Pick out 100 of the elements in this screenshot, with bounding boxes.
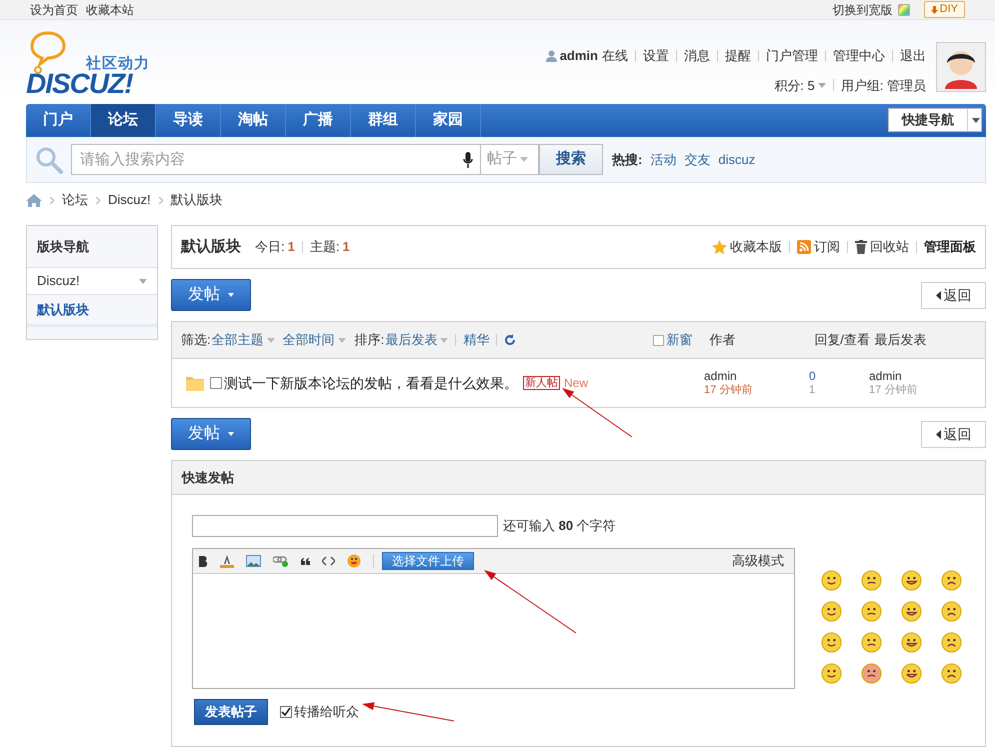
points-dropdown[interactable]: 积分: 5: [774, 76, 826, 95]
smiley-icon[interactable]: [941, 663, 962, 684]
breadcrumb-current: 默认版块: [170, 191, 223, 210]
new-user-tag: 新人帖: [523, 376, 560, 390]
refresh-icon[interactable]: [504, 334, 516, 346]
user-menu-link[interactable]: 设置: [643, 46, 669, 66]
caret-icon: [520, 157, 528, 162]
forum-action-link[interactable]: 订阅: [814, 237, 840, 257]
new-post-button[interactable]: 发帖: [171, 279, 251, 311]
char-limit-hint: 还可输入 80 个字符: [503, 517, 616, 536]
sidebar-item[interactable]: 默认版块: [27, 295, 157, 327]
smiley-icon[interactable]: [941, 632, 962, 653]
last-poster-link[interactable]: admin: [869, 369, 971, 383]
sidebar-title: 版块导航: [37, 238, 89, 256]
smiley-icon[interactable]: [901, 570, 922, 591]
view-count: 1: [809, 383, 816, 397]
column-header: 最后发表: [874, 331, 926, 350]
user-menu-link[interactable]: 管理中心: [833, 46, 885, 66]
reply-count[interactable]: 0: [809, 369, 869, 383]
image-icon[interactable]: [246, 555, 261, 567]
nav-tab[interactable]: 论坛: [91, 104, 156, 137]
user-menu-link[interactable]: 门户管理: [766, 46, 818, 66]
forum-title: 默认版块: [181, 236, 241, 257]
hot-search-link[interactable]: 活动: [650, 150, 676, 170]
checkbox[interactable]: [210, 377, 222, 389]
forum-action-link[interactable]: 回收站: [870, 237, 909, 257]
down-arrow-icon: [930, 6, 938, 14]
diy-button[interactable]: DIY: [924, 1, 965, 18]
caret-icon: [228, 293, 234, 297]
search-icon: [35, 146, 65, 174]
submit-post-button[interactable]: 发表帖子: [194, 699, 268, 725]
broadcast-label[interactable]: 转播给听众: [294, 702, 359, 722]
back-button[interactable]: 返回: [921, 420, 986, 448]
smiley-icon[interactable]: [861, 601, 882, 622]
smiley-icon[interactable]: [861, 663, 882, 684]
online-status: 在线: [602, 47, 628, 65]
smiley-icon[interactable]: [901, 632, 922, 653]
smiley-icon[interactable]: [821, 570, 842, 591]
top-link[interactable]: 设为首页: [30, 0, 78, 18]
quote-icon[interactable]: [301, 558, 310, 564]
checkbox[interactable]: [280, 706, 292, 718]
trash-icon: [855, 240, 867, 254]
subject-field[interactable]: [192, 515, 498, 537]
smiley-icon[interactable]: [901, 601, 922, 622]
switch-width-link[interactable]: 切换到宽版: [832, 0, 893, 18]
forum-action-link[interactable]: 收藏本版: [730, 237, 782, 257]
new-label: New: [564, 375, 588, 392]
sidebar-item[interactable]: Discuz!: [27, 268, 157, 295]
checkbox[interactable]: [653, 334, 664, 346]
smiley-icon[interactable]: [941, 601, 962, 622]
search-field[interactable]: 请输入搜索内容: [71, 144, 481, 175]
user-icon: [546, 50, 557, 62]
sort-dropdown[interactable]: 最后发表: [385, 330, 448, 350]
user-menu-link[interactable]: 提醒: [725, 46, 751, 66]
user-menu-link[interactable]: 退出: [900, 46, 926, 66]
font-color-icon[interactable]: [220, 554, 234, 568]
hot-search-link[interactable]: discuz: [718, 150, 756, 170]
column-header: 作者: [709, 331, 736, 350]
search-button[interactable]: 搜索: [539, 144, 603, 175]
code-icon[interactable]: [322, 556, 335, 566]
smiley-icon[interactable]: [821, 601, 842, 622]
hot-search-link[interactable]: 交友: [684, 150, 710, 170]
quick-nav-button[interactable]: 快捷导航: [888, 108, 982, 132]
caret-icon: [972, 118, 980, 122]
breadcrumb-link[interactable]: 论坛: [62, 190, 88, 210]
user-menu-link[interactable]: 消息: [684, 46, 710, 66]
caret-icon: [228, 432, 234, 436]
filter-dropdown[interactable]: 全部时间: [282, 330, 346, 350]
chevron-icon: [50, 196, 54, 204]
back-button[interactable]: 返回: [921, 282, 986, 308]
author-link[interactable]: admin: [704, 369, 809, 383]
thread-title-link[interactable]: 测试一下新版本论坛的发帖，看看是什么效果。: [224, 372, 518, 394]
username-link[interactable]: admin: [560, 46, 598, 66]
smiley-icon[interactable]: [901, 663, 922, 684]
upload-file-button[interactable]: 选择文件上传: [382, 552, 474, 570]
color-swatch-icon[interactable]: [898, 4, 910, 16]
avatar[interactable]: [936, 42, 986, 92]
smiley-icon[interactable]: [347, 554, 361, 568]
editor[interactable]: 选择文件上传 高级模式: [192, 548, 795, 689]
folder-icon: [186, 375, 204, 391]
smiley-icon[interactable]: [821, 632, 842, 653]
link-icon[interactable]: [273, 555, 289, 567]
filter-label: 筛选:: [181, 331, 211, 350]
digest-link[interactable]: 精华: [463, 330, 490, 350]
new-window-label[interactable]: 新窗: [666, 330, 692, 350]
filter-dropdown[interactable]: 全部主题: [212, 330, 275, 350]
smiley-icon[interactable]: [821, 663, 842, 684]
annotation-arrow: [562, 388, 632, 438]
smiley-icon[interactable]: [861, 570, 882, 591]
caret-icon: [440, 338, 448, 342]
forum-action-link[interactable]: 管理面板: [924, 237, 976, 257]
smiley-icon[interactable]: [861, 632, 882, 653]
microphone-icon[interactable]: [463, 152, 473, 168]
bold-icon[interactable]: [198, 556, 208, 566]
caret-icon: [338, 338, 346, 342]
breadcrumb-link[interactable]: Discuz!: [108, 190, 151, 210]
new-post-button[interactable]: 发帖: [171, 418, 251, 450]
top-link[interactable]: 收藏本站: [86, 0, 134, 18]
advanced-mode-link[interactable]: 高级模式: [732, 551, 784, 571]
smiley-icon[interactable]: [941, 570, 962, 591]
